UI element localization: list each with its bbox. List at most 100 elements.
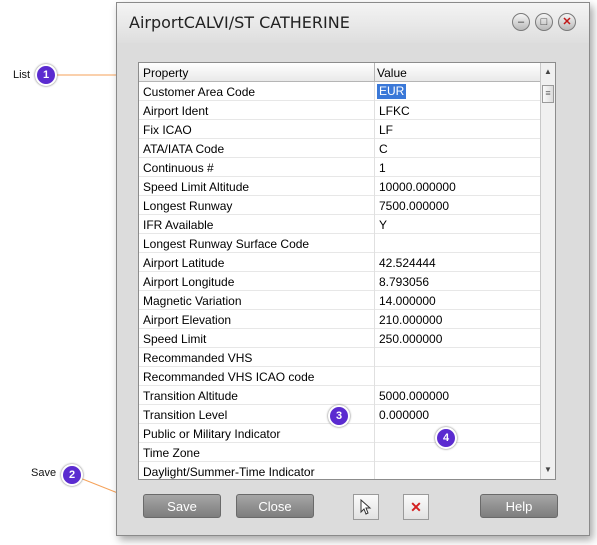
- property-cell: Recommanded VHS ICAO code: [143, 370, 315, 384]
- property-cell: Transition Level: [143, 408, 228, 422]
- window-title: AirportCALVI/ST CATHERINE: [129, 13, 350, 32]
- property-cell: Airport Elevation: [143, 313, 232, 327]
- cell-divider: [374, 253, 375, 272]
- value-cell[interactable]: LF: [379, 123, 393, 137]
- property-cell: Fix ICAO: [143, 123, 192, 137]
- airport-window: AirportCALVI/ST CATHERINE – □ ✕ Property…: [116, 2, 590, 536]
- table-row[interactable]: Airport Longitude 8.793056: [139, 272, 543, 291]
- cell-divider: [374, 443, 375, 462]
- value-cell[interactable]: 10000.000000: [379, 180, 456, 194]
- cell-divider: [374, 405, 375, 424]
- table-row[interactable]: IFR Available Y: [139, 215, 543, 234]
- property-cell: Airport Ident: [143, 104, 209, 118]
- property-cell: Public or Military Indicator: [143, 427, 281, 441]
- delete-button[interactable]: ✕: [403, 494, 429, 520]
- cell-divider: [374, 158, 375, 177]
- cell-divider: [374, 215, 375, 234]
- cell-divider: [374, 291, 375, 310]
- value-cell[interactable]: EUR: [377, 84, 407, 99]
- table-row[interactable]: Longest Runway Surface Code: [139, 234, 543, 253]
- property-cell: Customer Area Code: [143, 85, 256, 99]
- property-cell: Transition Altitude: [143, 389, 238, 403]
- value-cell[interactable]: 0.000000: [379, 408, 429, 422]
- maximize-icon[interactable]: □: [535, 13, 553, 31]
- value-cell[interactable]: 210.000000: [379, 313, 442, 327]
- property-cell: IFR Available: [143, 218, 214, 232]
- table-row[interactable]: Airport Ident LFKC: [139, 101, 543, 120]
- property-cell: Speed Limit Altitude: [143, 180, 250, 194]
- property-cell: Speed Limit: [143, 332, 207, 346]
- property-cell: Continuous #: [143, 161, 214, 175]
- close-button[interactable]: Close: [236, 494, 314, 518]
- callout-badge-2: 2: [61, 464, 83, 486]
- value-cell[interactable]: C: [379, 142, 388, 156]
- table-row[interactable]: Magnetic Variation 14.000000: [139, 291, 543, 310]
- property-cell: Magnetic Variation: [143, 294, 242, 308]
- pointer-button[interactable]: [353, 494, 379, 520]
- table-row[interactable]: Customer Area Code EUR: [139, 82, 543, 101]
- property-cell: Airport Latitude: [143, 256, 225, 270]
- callout-badge-4: 4: [435, 427, 457, 449]
- value-cell[interactable]: 8.793056: [379, 275, 429, 289]
- column-header-value[interactable]: Value: [377, 66, 407, 80]
- cell-divider: [374, 348, 375, 367]
- cell-divider: [374, 177, 375, 196]
- table-row[interactable]: Public or Military Indicator: [139, 424, 543, 443]
- cell-divider: [374, 196, 375, 215]
- property-cell: ATA/IATA Code: [143, 142, 225, 156]
- value-cell[interactable]: Y: [379, 218, 387, 232]
- value-cell[interactable]: 7500.000000: [379, 199, 449, 213]
- table-row[interactable]: Daylight/Summer-Time Indicator: [139, 462, 543, 479]
- callout-label-list: List: [13, 69, 31, 81]
- property-cell: Time Zone: [143, 446, 200, 460]
- scroll-thumb[interactable]: ≡: [542, 85, 554, 103]
- value-cell[interactable]: 14.000000: [379, 294, 436, 308]
- table-row[interactable]: Airport Latitude 42.524444: [139, 253, 543, 272]
- property-cell: Daylight/Summer-Time Indicator: [143, 465, 315, 479]
- cursor-icon: [360, 498, 372, 515]
- cell-divider: [374, 272, 375, 291]
- scroll-up-icon[interactable]: ▲: [541, 65, 555, 79]
- property-cell: Airport Longitude: [143, 275, 235, 289]
- table-row[interactable]: Longest Runway 7500.000000: [139, 196, 543, 215]
- value-cell[interactable]: 42.524444: [379, 256, 436, 270]
- value-cell[interactable]: 250.000000: [379, 332, 442, 346]
- list-header: Property Value: [139, 63, 543, 82]
- cell-divider: [374, 424, 375, 443]
- minimize-icon[interactable]: –: [512, 13, 530, 31]
- table-row[interactable]: Airport Elevation 210.000000: [139, 310, 543, 329]
- column-divider[interactable]: [374, 63, 375, 81]
- cell-divider: [374, 82, 375, 101]
- cell-divider: [374, 386, 375, 405]
- save-button[interactable]: Save: [143, 494, 221, 518]
- close-icon[interactable]: ✕: [558, 13, 576, 31]
- help-button[interactable]: Help: [480, 494, 558, 518]
- table-row[interactable]: Fix ICAO LF: [139, 120, 543, 139]
- property-cell: Longest Runway Surface Code: [143, 237, 310, 251]
- value-cell[interactable]: 5000.000000: [379, 389, 449, 403]
- value-cell[interactable]: 1: [379, 161, 386, 175]
- value-cell[interactable]: LFKC: [379, 104, 410, 118]
- column-header-property[interactable]: Property: [143, 66, 188, 80]
- callout-badge-1: 1: [35, 64, 57, 86]
- cell-divider: [374, 101, 375, 120]
- table-row[interactable]: Speed Limit 250.000000: [139, 329, 543, 348]
- cell-divider: [374, 234, 375, 253]
- cell-divider: [374, 329, 375, 348]
- table-row[interactable]: Transition Altitude 5000.000000: [139, 386, 543, 405]
- scroll-down-icon[interactable]: ▼: [541, 463, 555, 477]
- table-row[interactable]: Recommanded VHS ICAO code: [139, 367, 543, 386]
- vertical-scrollbar[interactable]: ▲ ≡ ▼: [540, 63, 555, 479]
- cell-divider: [374, 139, 375, 158]
- property-cell: Recommanded VHS: [143, 351, 253, 365]
- table-row[interactable]: Speed Limit Altitude 10000.000000: [139, 177, 543, 196]
- table-row[interactable]: Time Zone: [139, 443, 543, 462]
- cell-divider: [374, 310, 375, 329]
- table-row[interactable]: Recommanded VHS: [139, 348, 543, 367]
- table-row[interactable]: Continuous # 1: [139, 158, 543, 177]
- cell-divider: [374, 120, 375, 139]
- table-row[interactable]: ATA/IATA Code C: [139, 139, 543, 158]
- title-bar[interactable]: AirportCALVI/ST CATHERINE – □ ✕: [117, 3, 589, 43]
- callout-label-save: Save: [31, 467, 57, 479]
- property-cell: Longest Runway: [143, 199, 233, 213]
